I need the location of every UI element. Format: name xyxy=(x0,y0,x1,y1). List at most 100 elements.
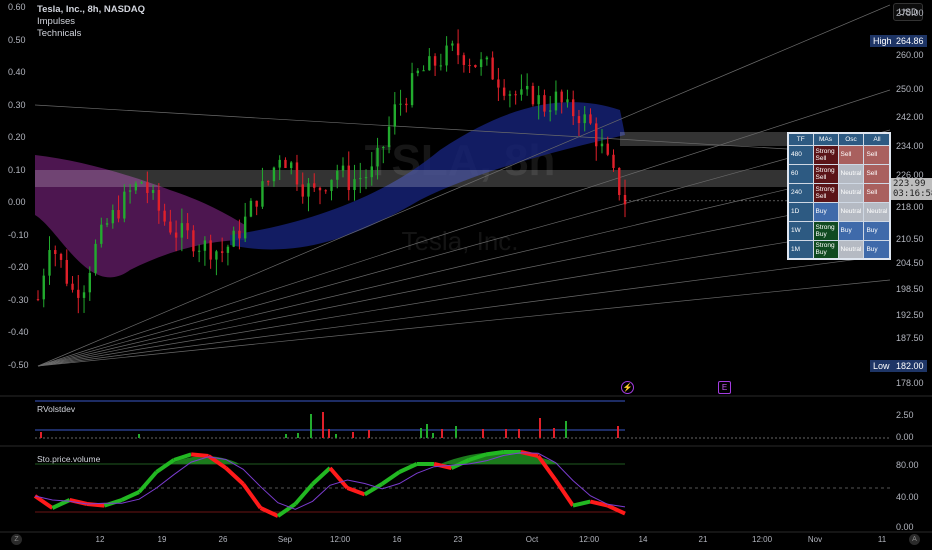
candle-body xyxy=(428,56,431,71)
candle-body xyxy=(618,167,621,195)
candle-body xyxy=(359,178,362,180)
impulse-tick: 0.00 xyxy=(8,197,26,207)
volume-bar xyxy=(441,429,443,438)
candle-body xyxy=(583,114,586,124)
time-tick: Oct xyxy=(525,535,539,544)
stoch-k-segment xyxy=(293,482,315,506)
price-tick: 178.00 xyxy=(896,378,924,388)
stoch-k-segment xyxy=(485,450,504,457)
low-label: Low xyxy=(870,360,893,372)
volume-pane-title[interactable]: RVolstdev xyxy=(37,404,75,414)
candle-body xyxy=(54,250,57,254)
candle-body xyxy=(134,183,138,191)
impulse-tick: -0.10 xyxy=(8,229,29,240)
candle-body xyxy=(123,191,126,219)
osc-cell: Buy xyxy=(837,220,865,241)
candle-body xyxy=(387,126,391,148)
candle-body xyxy=(589,114,592,124)
candle-body xyxy=(272,167,276,182)
candle-body xyxy=(433,56,437,66)
candle-body xyxy=(439,65,443,67)
candle-body xyxy=(220,251,224,253)
candle-body xyxy=(543,95,546,112)
volume-bar xyxy=(505,429,507,438)
th-all: All xyxy=(863,132,891,146)
time-tick: 12:00 xyxy=(330,535,351,544)
candle-body xyxy=(169,221,172,233)
candle-body xyxy=(232,230,235,247)
mas-cell: Strong Sell xyxy=(812,163,839,184)
candle-body xyxy=(514,94,517,96)
time-tick: 12:00 xyxy=(752,535,773,544)
time-tick: 12:00 xyxy=(579,535,600,544)
candle-body xyxy=(111,210,115,224)
auto-scale-button[interactable]: A xyxy=(909,534,920,545)
impulse-tick: -0.50 xyxy=(8,359,29,370)
candle-body xyxy=(353,179,356,191)
candle-body xyxy=(261,181,264,207)
th-mas: MAs xyxy=(812,132,839,146)
stoch-k-segment xyxy=(311,466,332,486)
earnings-icon[interactable]: E xyxy=(718,381,731,394)
indicator-technicals[interactable]: Technicals xyxy=(37,28,145,40)
candle-body xyxy=(566,99,569,103)
candle-body xyxy=(278,159,281,168)
candle-body xyxy=(531,85,535,105)
impulse-tick: 0.40 xyxy=(8,67,26,77)
impulse-tick: -0.30 xyxy=(8,294,29,305)
candle-body xyxy=(249,200,253,217)
osc-cell: Sell xyxy=(837,144,865,165)
tf-cell: 1M xyxy=(787,239,814,260)
candle-body xyxy=(537,95,540,105)
impulse-tick: 0.30 xyxy=(8,99,26,110)
indicator-impulses[interactable]: Impulses xyxy=(37,16,145,28)
volume-bar xyxy=(328,429,330,438)
candle-body xyxy=(393,104,397,127)
volume-bar xyxy=(482,429,484,438)
candle-body xyxy=(42,275,45,300)
price-tick: 226.00 xyxy=(896,170,924,180)
price-tick: 204.50 xyxy=(896,258,924,268)
timezone-button[interactable]: Z xyxy=(11,534,22,545)
candle-body xyxy=(146,182,149,193)
candle-body xyxy=(59,253,63,260)
tf-cell: 240 xyxy=(787,182,814,203)
time-tick: 23 xyxy=(453,535,463,544)
fan-line xyxy=(37,279,891,367)
high-value: 264.86 xyxy=(893,35,927,47)
volume-bar xyxy=(322,412,324,438)
tf-cell: 480 xyxy=(787,144,814,165)
candle-body xyxy=(94,243,97,273)
candle-body xyxy=(180,223,184,238)
stoch-tick: 80.00 xyxy=(896,460,919,470)
candle-body xyxy=(405,103,408,106)
stoch-pane-title[interactable]: Sto.price.volume xyxy=(37,454,100,464)
candle-body xyxy=(422,70,425,72)
stoch-k-segment xyxy=(346,486,366,497)
candle-body xyxy=(462,55,466,65)
price-tick: 198.50 xyxy=(896,284,924,294)
candle-body xyxy=(445,45,448,66)
volume-bar xyxy=(455,426,457,438)
candle-body xyxy=(318,187,322,191)
dividend-lightning-icon[interactable]: ⚡ xyxy=(621,381,634,394)
osc-cell: Neutral xyxy=(837,182,865,203)
candle-body xyxy=(525,85,529,90)
price-chart[interactable]: TSLA, 8hTesla, Inc. xyxy=(0,0,932,550)
candle-body xyxy=(451,43,454,46)
candle-body xyxy=(341,165,345,171)
candle-body xyxy=(243,216,247,239)
candle-body xyxy=(508,94,512,96)
last-price-tag: 223.9903:16:58 xyxy=(890,178,932,200)
candle-body xyxy=(117,210,120,219)
mas-cell: Strong Sell xyxy=(812,182,839,203)
candle-body xyxy=(468,64,471,66)
price-tick: 250.00 xyxy=(896,84,924,94)
candle-body xyxy=(36,299,40,301)
stoch-k-segment xyxy=(380,470,401,486)
candle-body xyxy=(399,103,402,105)
mas-cell: Strong Buy xyxy=(812,239,839,260)
osc-cell: Neutral xyxy=(837,201,865,222)
candle-body xyxy=(382,147,385,149)
fan-line xyxy=(37,254,891,367)
